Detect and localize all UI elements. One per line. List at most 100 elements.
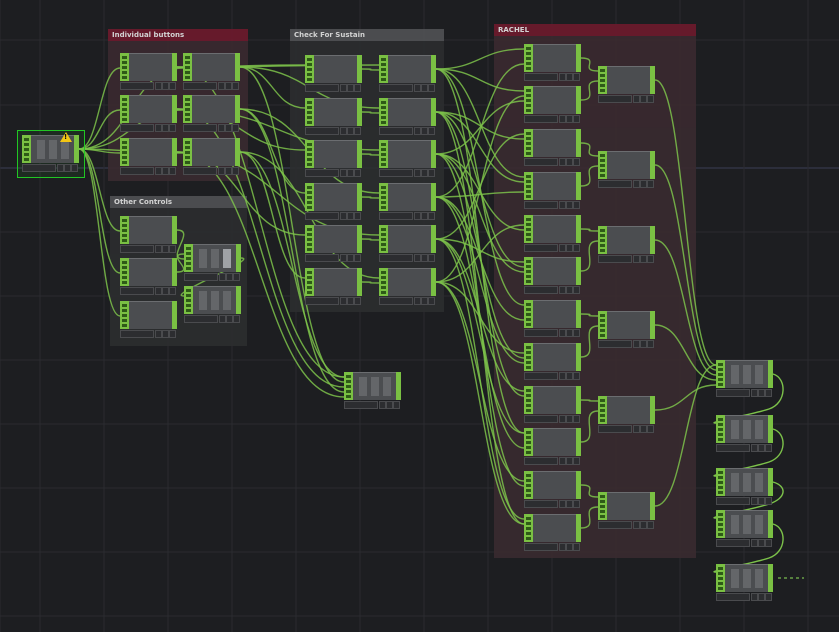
- node-flag-toggle[interactable]: [379, 401, 386, 409]
- node-flag-toggle[interactable]: [573, 457, 580, 465]
- node-flag-toggle[interactable]: [421, 169, 428, 177]
- node-flag-toggle[interactable]: [162, 124, 169, 132]
- node-flag-toggle[interactable]: [340, 212, 347, 220]
- network-editor-canvas[interactable]: Individual buttons Check For Sustain Other…: [0, 0, 839, 632]
- node-name[interactable]: [598, 521, 632, 529]
- output-connector[interactable]: [768, 510, 773, 538]
- node-name[interactable]: [716, 497, 750, 505]
- node-name[interactable]: [120, 167, 154, 175]
- operator-node-rename1[interactable]: [184, 286, 241, 323]
- input-connector[interactable]: [379, 183, 388, 211]
- output-connector[interactable]: [74, 135, 79, 163]
- input-connector[interactable]: [598, 66, 607, 94]
- operator-node-logic5[interactable]: [524, 215, 581, 252]
- node-flag-toggle[interactable]: [559, 115, 566, 123]
- output-connector[interactable]: [650, 151, 655, 179]
- input-connector[interactable]: [183, 53, 192, 81]
- node-flag-toggle[interactable]: [647, 255, 654, 263]
- node-flag-toggle[interactable]: [393, 401, 400, 409]
- node-flag-toggle[interactable]: [347, 212, 354, 220]
- output-connector[interactable]: [235, 138, 240, 166]
- node-flag-toggle[interactable]: [162, 287, 169, 295]
- node-flag-toggle[interactable]: [751, 593, 758, 601]
- node-name[interactable]: [524, 500, 558, 508]
- operator-node-or_r[interactable]: [598, 66, 655, 103]
- node-name[interactable]: [524, 244, 558, 252]
- node-name[interactable]: [120, 330, 154, 338]
- node-flag-toggle[interactable]: [340, 84, 347, 92]
- input-connector[interactable]: [524, 343, 533, 371]
- output-connector[interactable]: [576, 343, 581, 371]
- node-flag-toggle[interactable]: [566, 115, 573, 123]
- node-name[interactable]: [598, 340, 632, 348]
- node-flag-toggle[interactable]: [566, 500, 573, 508]
- output-connector[interactable]: [172, 301, 177, 329]
- node-flag-toggle[interactable]: [155, 330, 162, 338]
- node-name[interactable]: [379, 297, 413, 305]
- node-flag-toggle[interactable]: [573, 500, 580, 508]
- operator-node-or_c[interactable]: [598, 226, 655, 263]
- operator-node-is_button1[interactable]: [379, 55, 436, 92]
- node-flag-toggle[interactable]: [566, 372, 573, 380]
- output-connector[interactable]: [431, 98, 436, 126]
- node-name[interactable]: [716, 389, 750, 397]
- node-flag-toggle[interactable]: [225, 124, 232, 132]
- node-flag-toggle[interactable]: [232, 167, 239, 175]
- node-flag-toggle[interactable]: [169, 330, 176, 338]
- node-flag-toggle[interactable]: [155, 167, 162, 175]
- node-flag-toggle[interactable]: [573, 372, 580, 380]
- input-connector[interactable]: [524, 428, 533, 456]
- node-flag-toggle[interactable]: [573, 73, 580, 81]
- output-connector[interactable]: [576, 129, 581, 157]
- operator-node-is_button6[interactable]: [379, 268, 436, 305]
- node-flag-toggle[interactable]: [559, 457, 566, 465]
- operator-node-logic7[interactable]: [524, 300, 581, 337]
- output-connector[interactable]: [768, 468, 773, 496]
- node-name[interactable]: [524, 329, 558, 337]
- node-name[interactable]: [120, 124, 154, 132]
- node-flag-toggle[interactable]: [765, 539, 772, 547]
- output-connector[interactable]: [576, 471, 581, 499]
- input-connector[interactable]: [524, 386, 533, 414]
- node-name[interactable]: [305, 84, 339, 92]
- operator-node-trigger4[interactable]: [305, 183, 362, 220]
- node-flag-toggle[interactable]: [218, 167, 225, 175]
- input-connector[interactable]: [120, 95, 129, 123]
- input-connector[interactable]: [305, 225, 314, 253]
- node-flag-toggle[interactable]: [751, 444, 758, 452]
- node-flag-toggle[interactable]: [386, 401, 393, 409]
- node-flag-toggle[interactable]: [340, 297, 347, 305]
- node-flag-toggle[interactable]: [559, 372, 566, 380]
- operator-node-logic1[interactable]: [524, 44, 581, 81]
- node-flag-toggle[interactable]: [758, 497, 765, 505]
- node-flag-toggle[interactable]: [225, 82, 232, 90]
- node-flag-toggle[interactable]: [218, 82, 225, 90]
- input-connector[interactable]: [379, 55, 388, 83]
- output-connector[interactable]: [357, 55, 362, 83]
- node-name[interactable]: [598, 95, 632, 103]
- node-flag-toggle[interactable]: [559, 286, 566, 294]
- output-connector[interactable]: [576, 514, 581, 542]
- output-connector[interactable]: [576, 386, 581, 414]
- node-flag-toggle[interactable]: [573, 201, 580, 209]
- input-connector[interactable]: [598, 226, 607, 254]
- input-connector[interactable]: [120, 138, 129, 166]
- operator-node-or_h[interactable]: [598, 311, 655, 348]
- node-flag-toggle[interactable]: [233, 273, 240, 281]
- operator-node-out1[interactable]: [716, 564, 773, 601]
- node-flag-toggle[interactable]: [765, 389, 772, 397]
- operator-node-rename2[interactable]: [716, 415, 773, 452]
- node-flag-toggle[interactable]: [71, 164, 78, 172]
- node-flag-toggle[interactable]: [559, 500, 566, 508]
- node-name[interactable]: [524, 73, 558, 81]
- node-flag-toggle[interactable]: [640, 340, 647, 348]
- node-name[interactable]: [120, 287, 154, 295]
- node-flag-toggle[interactable]: [566, 457, 573, 465]
- output-connector[interactable]: [172, 258, 177, 286]
- node-flag-toggle[interactable]: [758, 389, 765, 397]
- input-connector[interactable]: [716, 468, 725, 496]
- output-connector[interactable]: [172, 216, 177, 244]
- node-name[interactable]: [305, 127, 339, 135]
- input-connector[interactable]: [183, 138, 192, 166]
- input-connector[interactable]: [379, 140, 388, 168]
